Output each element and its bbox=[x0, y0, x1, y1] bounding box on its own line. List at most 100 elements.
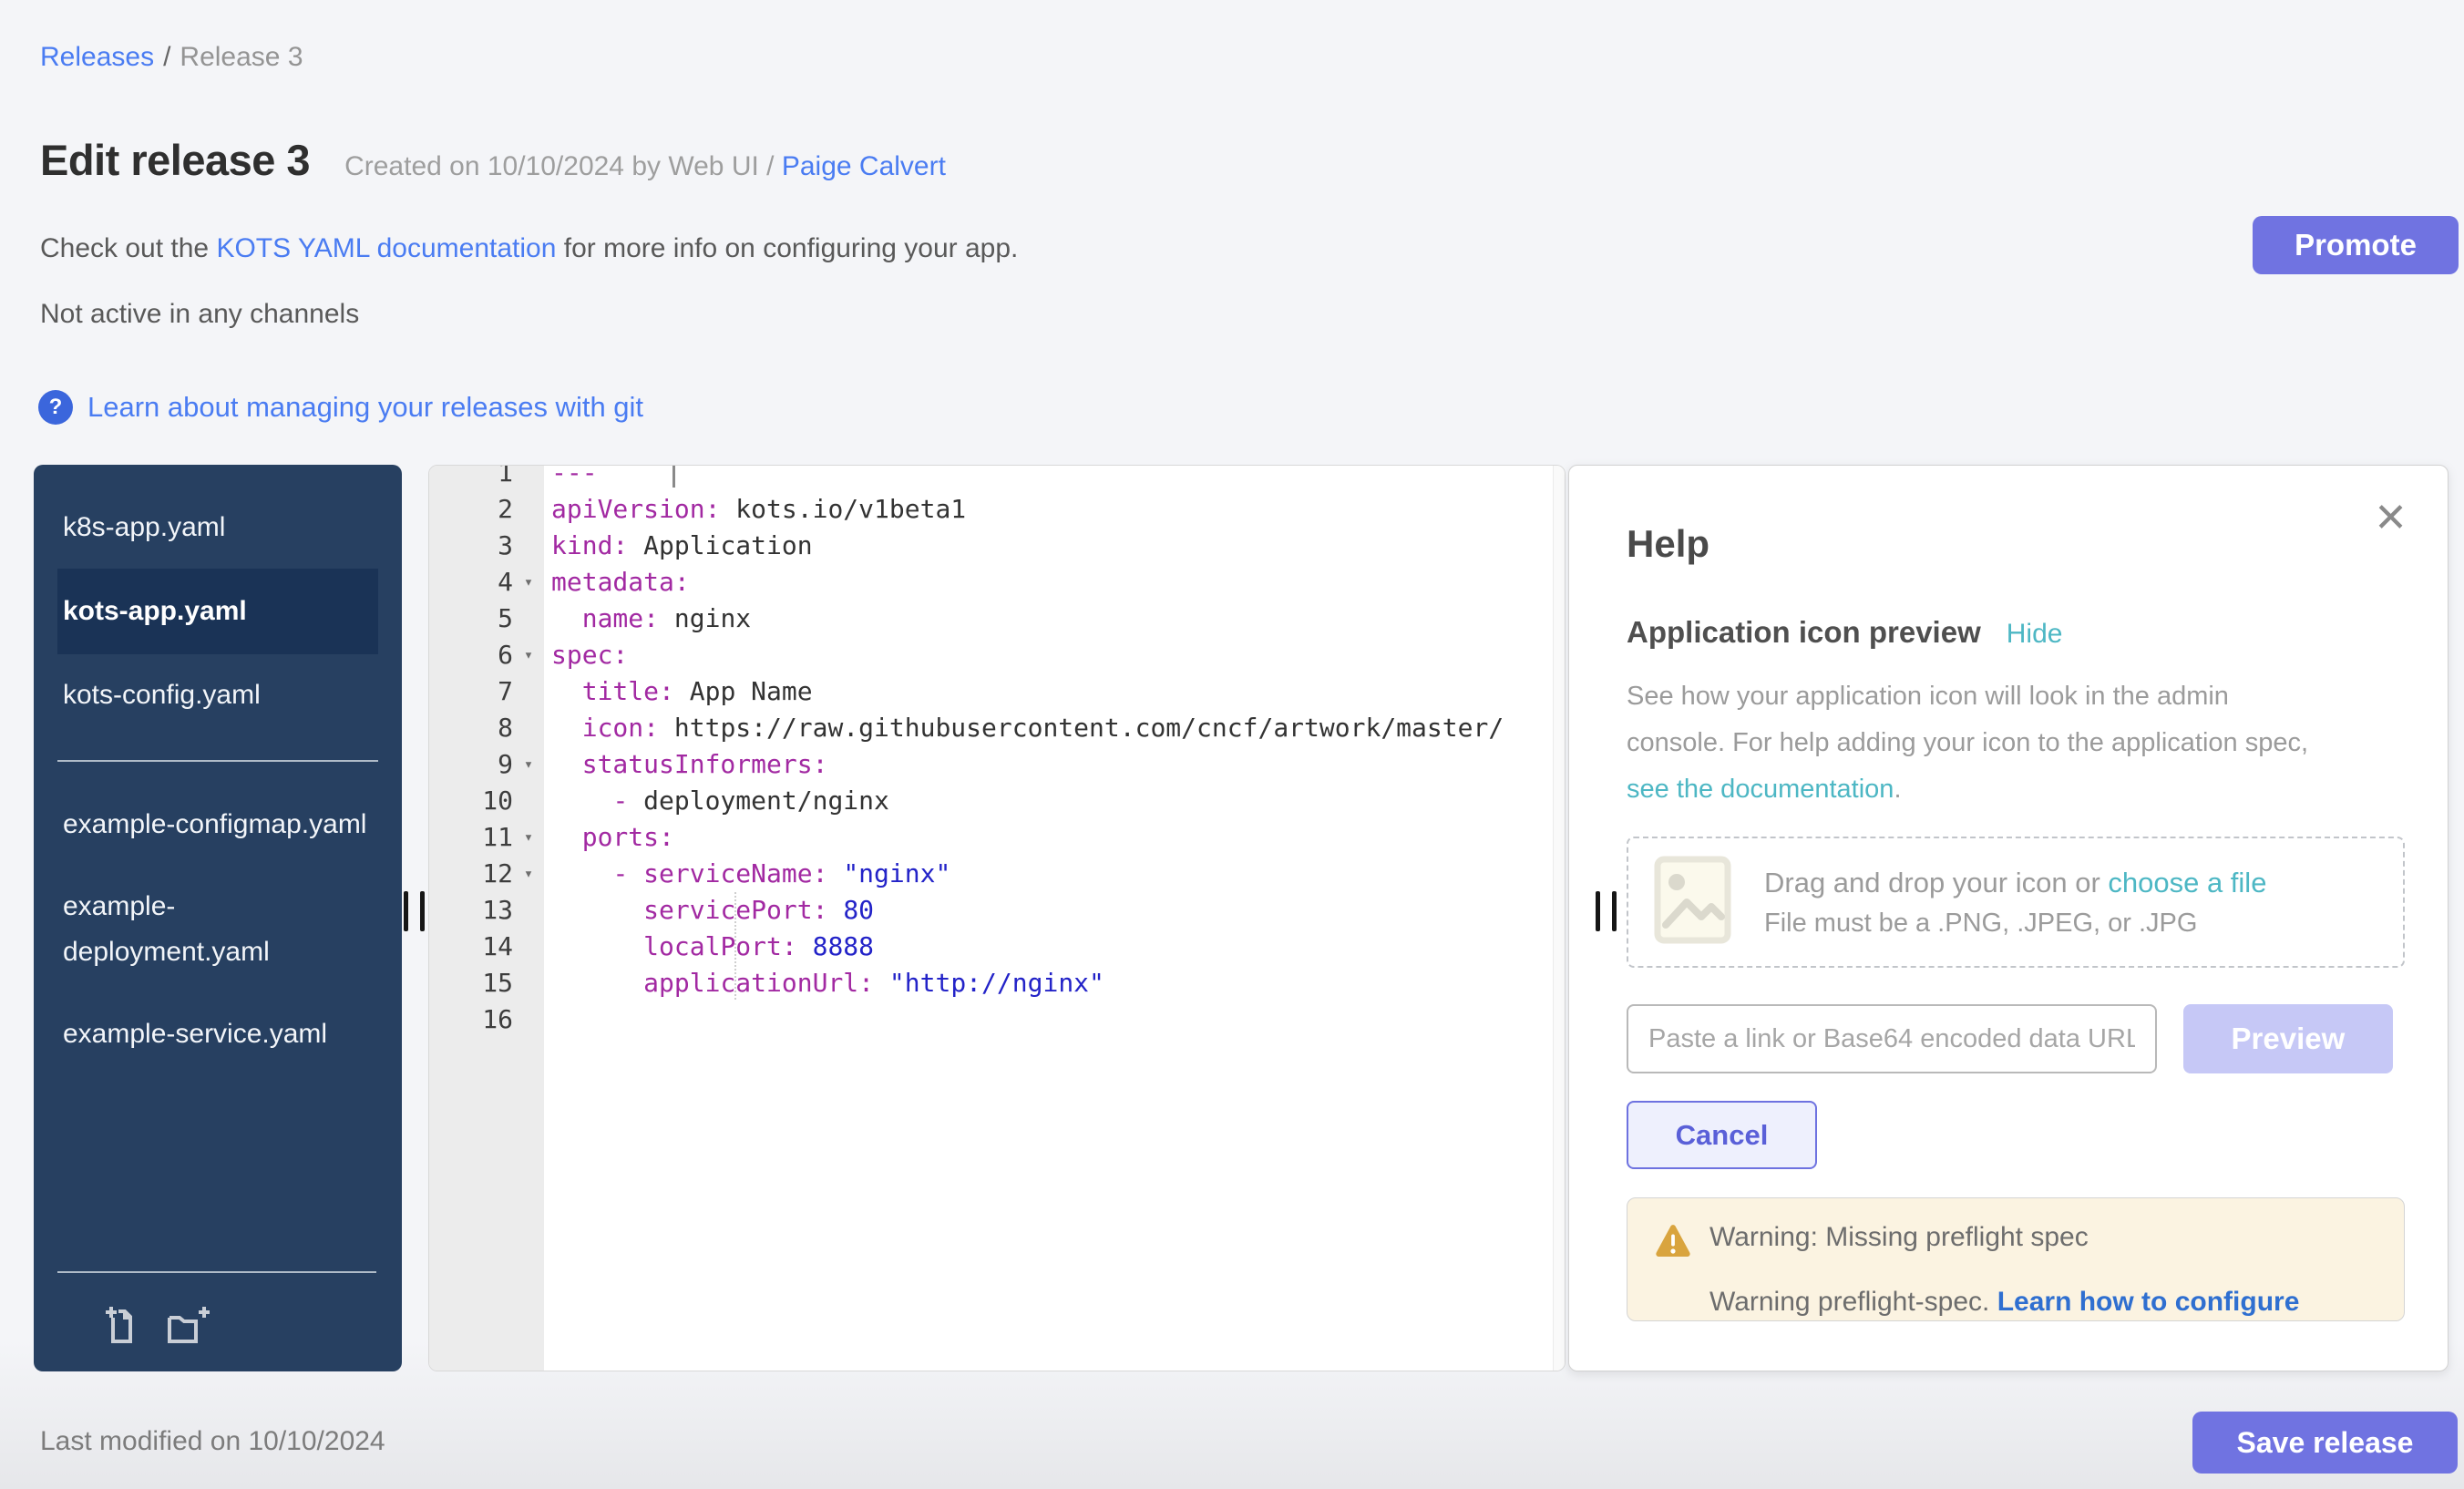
hide-link[interactable]: Hide bbox=[2007, 619, 2063, 650]
created-text: Created on 10/10/2024 by Web UI / Paige … bbox=[344, 151, 946, 182]
warning-detail-text: Warning preflight-spec. bbox=[1709, 1287, 1997, 1317]
add-file-icon[interactable] bbox=[103, 1304, 145, 1346]
help-title: Help bbox=[1627, 522, 2393, 566]
text-cursor bbox=[672, 466, 675, 488]
gutter-line-16[interactable]: 16 bbox=[429, 1001, 544, 1038]
file-tree-item-example-configmap-yaml[interactable]: example-configmap.yaml bbox=[57, 784, 378, 866]
file-tree-item-example-deployment-yaml[interactable]: example-deployment.yaml bbox=[57, 866, 378, 993]
editor-scrollbar[interactable] bbox=[1553, 466, 1565, 1371]
warning-detail: Warning preflight-spec. Learn how to con… bbox=[1655, 1287, 2377, 1318]
code-line-15[interactable]: applicationUrl: "http://nginx" bbox=[551, 965, 1553, 1001]
promote-button[interactable]: Promote bbox=[2253, 216, 2459, 274]
gutter-line-9[interactable]: 9▾ bbox=[429, 746, 544, 783]
gutter-line-7[interactable]: 7 bbox=[429, 673, 544, 710]
kots-yaml-docs-link[interactable]: KOTS YAML documentation bbox=[216, 233, 556, 263]
gutter-line-10[interactable]: 10 bbox=[429, 783, 544, 819]
created-prefix: Created on 10/10/2024 by Web UI / bbox=[344, 151, 782, 181]
help-panel-resize-handle[interactable] bbox=[1596, 891, 1623, 931]
help-panel: ✕ Help Application icon preview Hide See… bbox=[1568, 465, 2449, 1371]
gutter-line-3[interactable]: 3 bbox=[429, 528, 544, 564]
git-releases-link[interactable]: Learn about managing your releases with … bbox=[87, 391, 643, 424]
code-line-2[interactable]: apiVersion: kots.io/v1beta1 bbox=[551, 491, 1553, 528]
fold-arrow-icon[interactable]: ▾ bbox=[513, 856, 544, 892]
code-line-12[interactable]: - serviceName: "nginx" bbox=[551, 856, 1553, 892]
code-line-9[interactable]: statusInformers: bbox=[551, 746, 1553, 783]
close-icon[interactable]: ✕ bbox=[2374, 498, 2408, 539]
file-list: k8s-app.yamlkots-app.yamlkots-config.yam… bbox=[34, 487, 402, 1075]
gutter-line-15[interactable]: 15 bbox=[429, 965, 544, 1001]
code-line-3[interactable]: kind: Application bbox=[551, 528, 1553, 564]
page: Releases / Release 3 Edit release 3 Create… bbox=[0, 0, 2464, 1489]
editor-gutter: 1234▾56▾789▾1011▾12▾13141516 bbox=[429, 466, 544, 1371]
last-modified-text: Last modified on 10/10/2024 bbox=[40, 1426, 385, 1457]
warning-triangle-icon bbox=[1655, 1222, 1691, 1263]
preview-button[interactable]: Preview bbox=[2183, 1004, 2393, 1073]
choose-file-link[interactable]: choose a file bbox=[2108, 867, 2266, 899]
file-tree-divider bbox=[57, 760, 378, 762]
file-tree-sidebar: k8s-app.yamlkots-app.yamlkots-config.yam… bbox=[34, 465, 402, 1371]
sidebar-resize-handle[interactable] bbox=[404, 891, 431, 931]
code-line-11[interactable]: ports: bbox=[551, 819, 1553, 856]
code-line-6[interactable]: spec: bbox=[551, 637, 1553, 673]
title-row: Edit release 3 Created on 10/10/2024 by … bbox=[40, 135, 946, 185]
see-documentation-link[interactable]: see the documentation bbox=[1627, 775, 1894, 804]
fold-arrow-icon[interactable]: ▾ bbox=[513, 637, 544, 673]
breadcrumb-separator: / bbox=[163, 42, 170, 72]
code-line-14[interactable]: localPort: 8888 bbox=[551, 929, 1553, 965]
created-by-link[interactable]: Paige Calvert bbox=[782, 151, 946, 181]
docs-hint-suffix: for more info on configuring your app. bbox=[556, 233, 1018, 263]
file-tree-item-example-service-yaml[interactable]: example-service.yaml bbox=[57, 993, 378, 1075]
git-help-row: ? Learn about managing your releases wit… bbox=[38, 390, 643, 425]
gutter-line-11[interactable]: 11▾ bbox=[429, 819, 544, 856]
yaml-editor[interactable]: 1234▾56▾789▾1011▾12▾13141516 ---apiVersi… bbox=[428, 465, 1566, 1371]
gutter-line-4[interactable]: 4▾ bbox=[429, 564, 544, 601]
channel-status-text: Not active in any channels bbox=[40, 299, 359, 330]
code-line-13[interactable]: servicePort: 80 bbox=[551, 892, 1553, 929]
indent-guide bbox=[734, 892, 736, 1000]
description-line-1: See how your application icon will look … bbox=[1627, 673, 2393, 720]
code-line-5[interactable]: name: nginx bbox=[551, 601, 1553, 637]
add-folder-icon[interactable] bbox=[165, 1304, 212, 1346]
file-tree-item-kots-config-yaml[interactable]: kots-config.yaml bbox=[57, 654, 378, 736]
breadcrumb: Releases / Release 3 bbox=[40, 42, 303, 73]
learn-configure-link[interactable]: Learn how to configure bbox=[1997, 1287, 2300, 1317]
page-title: Edit release 3 bbox=[40, 135, 310, 185]
code-line-10[interactable]: - deployment/nginx bbox=[551, 783, 1553, 819]
fold-arrow-icon[interactable]: ▾ bbox=[513, 564, 544, 601]
dropzone-requirements: File must be a .PNG, .JPEG, or .JPG bbox=[1764, 909, 2266, 939]
code-line-1[interactable]: --- bbox=[551, 466, 1553, 491]
gutter-line-5[interactable]: 5 bbox=[429, 601, 544, 637]
file-tree-item-k8s-app-yaml[interactable]: k8s-app.yaml bbox=[57, 487, 378, 569]
code-line-16[interactable] bbox=[551, 1001, 1553, 1038]
gutter-line-12[interactable]: 12▾ bbox=[429, 856, 544, 892]
gutter-line-13[interactable]: 13 bbox=[429, 892, 544, 929]
gutter-line-14[interactable]: 14 bbox=[429, 929, 544, 965]
fold-arrow-icon[interactable]: ▾ bbox=[513, 746, 544, 783]
editor-code-area[interactable]: ---apiVersion: kots.io/v1beta1kind: Appl… bbox=[544, 466, 1553, 1371]
icon-preview-description: See how your application icon will look … bbox=[1627, 673, 2393, 813]
question-mark-icon: ? bbox=[38, 390, 73, 425]
gutter-line-1[interactable]: 1 bbox=[429, 466, 544, 491]
breadcrumb-releases-link[interactable]: Releases bbox=[40, 42, 154, 72]
warning-title: Warning: Missing preflight spec bbox=[1709, 1222, 2089, 1253]
code-line-8[interactable]: icon: https://raw.githubusercontent.com/… bbox=[551, 710, 1553, 746]
save-release-button[interactable]: Save release bbox=[2192, 1412, 2458, 1474]
icon-dropzone[interactable]: Drag and drop your icon or choose a file… bbox=[1627, 837, 2405, 968]
file-tree-item-kots-app-yaml[interactable]: kots-app.yaml bbox=[57, 569, 378, 654]
icon-preview-heading: Application icon preview bbox=[1627, 615, 1981, 650]
code-line-7[interactable]: title: App Name bbox=[551, 673, 1553, 710]
gutter-line-2[interactable]: 2 bbox=[429, 491, 544, 528]
docs-hint: Check out the KOTS YAML documentation fo… bbox=[40, 233, 1018, 264]
dropzone-prefix: Drag and drop your icon or bbox=[1764, 867, 2108, 899]
gutter-line-6[interactable]: 6▾ bbox=[429, 637, 544, 673]
fold-arrow-icon[interactable]: ▾ bbox=[513, 819, 544, 856]
sidebar-bottom bbox=[34, 1271, 402, 1371]
dropzone-text: Drag and drop your icon or choose a file bbox=[1764, 867, 2266, 899]
gutter-line-8[interactable]: 8 bbox=[429, 710, 544, 746]
cancel-button[interactable]: Cancel bbox=[1627, 1101, 1817, 1169]
breadcrumb-current: Release 3 bbox=[180, 42, 303, 72]
description-period: . bbox=[1894, 775, 1901, 804]
icon-url-input[interactable] bbox=[1627, 1004, 2157, 1073]
sidebar-bottom-divider bbox=[57, 1271, 376, 1273]
code-line-4[interactable]: metadata: bbox=[551, 564, 1553, 601]
